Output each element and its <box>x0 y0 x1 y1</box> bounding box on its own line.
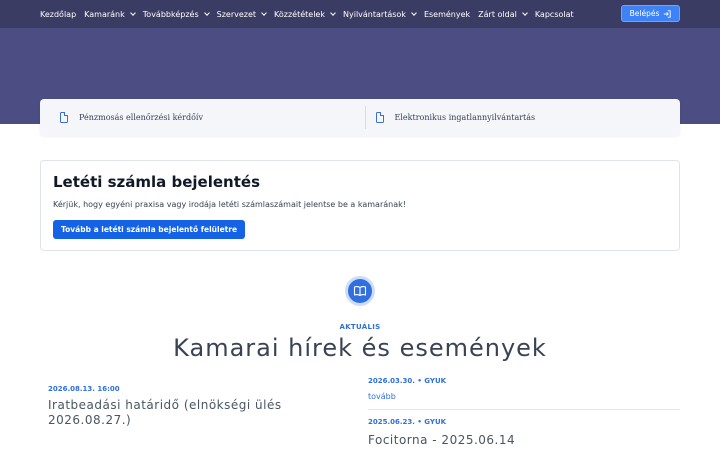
news-date: 2026.08.13. 16:00 <box>48 385 120 393</box>
nav-item-label: Kamaránk <box>84 9 125 19</box>
document-icon <box>60 112 68 123</box>
deposit-report-button[interactable]: Tovább a letéti számla bejelentő felület… <box>53 220 246 239</box>
chevron-down-icon <box>129 9 136 16</box>
nav-item-label: Kapcsolat <box>534 9 574 19</box>
book-icon <box>353 286 367 297</box>
quick-link-penzmosas[interactable]: Pénzmosás ellenőrzési kérdőív <box>40 99 365 136</box>
news-title[interactable]: Iratbeadási határidő (elnökségi ülés 202… <box>48 398 328 428</box>
nav-item-kezdolap[interactable]: Kezdőlap <box>40 10 76 19</box>
nav-item-label: Közzétételek <box>274 9 325 19</box>
nav-item-esemenyek[interactable]: Események <box>424 10 470 19</box>
news-featured[interactable]: 2026.08.13. 16:00 Iratbeadási határidő (… <box>48 385 328 428</box>
login-icon <box>664 9 672 18</box>
news-meta: 2026.03.30. • GYUK <box>368 377 447 385</box>
card-text: Kérjük, hogy egyéni praxisa vagy irodája… <box>53 200 406 209</box>
nav-item-kamarank[interactable]: Kamaránk <box>84 9 136 19</box>
nav-item-label: Események <box>423 9 471 19</box>
quick-link-label: Pénzmosás ellenőrzési kérdőív <box>79 113 204 122</box>
list-item: 2025.06.23. • GYUK Focitorna - 2025.06.1… <box>368 409 680 450</box>
nav-item-nyilvantartasok[interactable]: Nyilvántartások <box>343 9 417 19</box>
news-list: 2026.03.30. • GYUK tovább 2025.06.23. • … <box>368 377 680 450</box>
book-icon-badge <box>345 276 375 306</box>
chevron-down-icon <box>330 9 336 16</box>
nav-item-label: Nyilvántartások <box>343 9 406 19</box>
main-nav: Kezdőlap Kamaránk Továbbképzés Szervezet… <box>0 0 720 28</box>
news-meta: 2025.06.23. • GYUK <box>368 418 447 426</box>
nav-item-zart-oldal[interactable]: Zárt oldal <box>478 9 528 19</box>
login-button-label: Belépés <box>629 9 660 18</box>
quick-link-label: Elektronikus ingatlannyilvántartás <box>394 113 536 122</box>
nav-item-label: Továbbképzés <box>142 9 199 19</box>
nav-item-kozzetetelek[interactable]: Közzétételek <box>274 9 336 19</box>
section-eyebrow: AKTUÁLIS <box>339 323 381 331</box>
news-title[interactable]: Focitorna - 2025.06.14 <box>368 433 680 447</box>
nav-item-label: Szervezet <box>216 9 257 19</box>
deposit-account-card: Letéti számla bejelentés Kérjük, hogy eg… <box>40 160 680 251</box>
quick-link-ingatlan[interactable]: Elektronikus ingatlannyilvántartás <box>364 106 681 129</box>
nav-item-tovabbkepzes[interactable]: Továbbképzés <box>142 9 210 19</box>
chevron-down-icon <box>261 9 267 16</box>
login-button[interactable]: Belépés <box>621 5 680 22</box>
chevron-down-icon <box>411 9 417 16</box>
card-title: Letéti számla bejelentés <box>53 173 260 191</box>
quick-links-bar: Pénzmosás ellenőrzési kérdőív Elektronik… <box>40 99 680 136</box>
chevron-down-icon <box>203 9 210 16</box>
document-icon <box>375 112 384 123</box>
section-title: Kamarai hírek és események <box>173 334 547 362</box>
chevron-down-icon <box>521 9 528 16</box>
nav-item-label: Kezdőlap <box>40 9 77 19</box>
list-item: 2026.03.30. • GYUK tovább <box>368 377 680 409</box>
news-more-link[interactable]: tovább <box>368 392 680 401</box>
nav-item-szervezet[interactable]: Szervezet <box>216 9 267 19</box>
nav-item-kapcsolat[interactable]: Kapcsolat <box>535 10 574 19</box>
nav-item-label: Zárt oldal <box>478 9 517 19</box>
